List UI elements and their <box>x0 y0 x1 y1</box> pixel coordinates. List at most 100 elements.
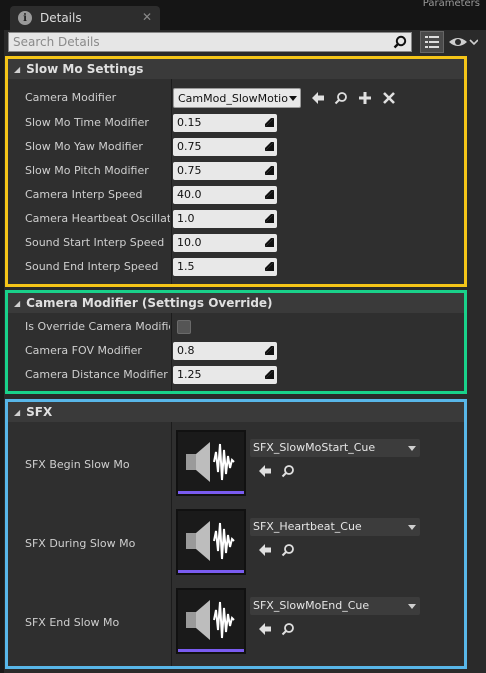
list-view-button[interactable] <box>420 31 444 53</box>
close-icon[interactable]: ✕ <box>142 10 152 24</box>
numeric-value: 1.5 <box>177 260 195 273</box>
chevron-down-icon <box>408 446 416 451</box>
property-row: Sound End Interp Speed 1.5 <box>8 255 464 279</box>
numeric-value: 0.15 <box>177 116 202 129</box>
property-row: Slow Mo Yaw Modifier 0.75 <box>8 135 464 159</box>
property-label: Slow Mo Pitch Modifier <box>25 164 149 177</box>
eye-icon <box>449 38 478 46</box>
asset-name: SFX_SlowMoEnd_Cue <box>253 599 370 612</box>
section-header[interactable]: ◢ SFX <box>8 402 464 422</box>
browse-icon[interactable] <box>281 622 295 636</box>
drag-handle-icon[interactable] <box>265 346 274 355</box>
property-label: Sound Start Interp Speed <box>25 236 165 249</box>
property-label: Slow Mo Yaw Modifier <box>25 140 143 153</box>
asset-type-bar <box>178 491 244 494</box>
use-selected-icon[interactable] <box>258 622 272 636</box>
sound-cue-icon <box>186 600 235 640</box>
collapse-arrow-icon[interactable]: ◢ <box>14 299 20 308</box>
sound-cue-thumbnail[interactable] <box>176 430 246 496</box>
section-title: Slow Mo Settings <box>26 62 144 76</box>
numeric-value: 10.0 <box>177 236 202 249</box>
numeric-value: 40.0 <box>177 188 202 201</box>
override-checkbox[interactable] <box>177 320 191 334</box>
add-icon[interactable] <box>358 91 372 105</box>
property-row: Slow Mo Pitch Modifier 0.75 <box>8 159 464 183</box>
asset-dropdown[interactable]: SFX_Heartbeat_Cue <box>250 518 420 536</box>
dropdown-value: CamMod_SlowMotion <box>178 92 288 105</box>
sound-cue-thumbnail[interactable] <box>176 588 246 654</box>
search-input[interactable] <box>13 34 383 50</box>
property-label: SFX During Slow Mo <box>25 537 136 550</box>
sound-cue-thumbnail[interactable] <box>176 509 246 575</box>
chevron-down-icon <box>408 525 416 530</box>
numeric-input[interactable]: 0.75 <box>173 138 277 156</box>
details-tab[interactable]: i Details ✕ <box>10 6 160 30</box>
section-title: SFX <box>26 405 53 419</box>
sound-cue-icon <box>186 442 235 482</box>
info-icon: i <box>18 11 32 25</box>
sfx-row: SFX During Slow Mo SFX_Heartbeat_Cue <box>8 505 464 584</box>
browse-icon[interactable] <box>281 464 295 478</box>
camera-modifier-dropdown[interactable]: CamMod_SlowMotion <box>173 88 301 108</box>
numeric-input[interactable]: 0.8 <box>173 342 277 360</box>
numeric-input[interactable]: 0.15 <box>173 114 277 132</box>
drag-handle-icon[interactable] <box>265 238 274 247</box>
view-options-button[interactable] <box>448 33 480 51</box>
numeric-input[interactable]: 1.0 <box>173 210 277 228</box>
asset-dropdown[interactable]: SFX_SlowMoStart_Cue <box>250 439 420 457</box>
browse-icon[interactable] <box>281 543 295 557</box>
numeric-input[interactable]: 1.25 <box>173 366 277 384</box>
search-box[interactable] <box>8 32 412 52</box>
drag-handle-icon[interactable] <box>265 142 274 151</box>
drag-handle-icon[interactable] <box>265 190 274 199</box>
property-row: Slow Mo Time Modifier 0.15 <box>8 111 464 135</box>
collapse-arrow-icon[interactable]: ◢ <box>14 408 20 417</box>
property-label: Slow Mo Time Modifier <box>25 116 149 129</box>
numeric-input[interactable]: 1.5 <box>173 258 277 276</box>
property-label: Camera Modifier <box>25 91 117 104</box>
section-header[interactable]: ◢ Camera Modifier (Settings Override) <box>8 293 464 313</box>
tab-strip: Parameters i Details ✕ <box>0 0 486 30</box>
sfx-row: SFX Begin Slow Mo SFX_SlowMoStart_Cue <box>8 426 464 505</box>
numeric-input[interactable]: 40.0 <box>173 186 277 204</box>
property-row: Is Override Camera Modifier <box>8 315 464 339</box>
property-label: Is Override Camera Modifier <box>25 320 170 333</box>
use-selected-icon[interactable] <box>258 543 272 557</box>
asset-name: SFX_SlowMoStart_Cue <box>253 441 376 454</box>
numeric-value: 1.25 <box>177 368 202 381</box>
property-label: Camera Heartbeat Oscillatio <box>25 212 170 225</box>
section-title: Camera Modifier (Settings Override) <box>26 296 273 310</box>
drag-handle-icon[interactable] <box>265 118 274 127</box>
asset-dropdown[interactable]: SFX_SlowMoEnd_Cue <box>250 597 420 615</box>
asset-type-bar <box>178 649 244 652</box>
sound-cue-icon <box>186 521 235 561</box>
use-selected-icon[interactable] <box>311 91 325 105</box>
sfx-row: SFX End Slow Mo SFX_SlowMoEnd_Cue <box>8 584 464 663</box>
top-right-fragment: Parameters <box>422 0 480 9</box>
asset-type-bar <box>178 570 244 573</box>
numeric-value: 0.75 <box>177 140 202 153</box>
use-selected-icon[interactable] <box>258 464 272 478</box>
property-row: Camera Interp Speed 40.0 <box>8 183 464 207</box>
tab-title: Details <box>40 11 82 25</box>
search-icon[interactable] <box>393 35 407 49</box>
numeric-input[interactable]: 0.75 <box>173 162 277 180</box>
sfx-section: ◢ SFX SFX Begin Slow Mo SFX_SlowMoStart_… <box>5 399 467 669</box>
clear-icon[interactable] <box>382 91 396 105</box>
property-row: Camera Heartbeat Oscillatio 1.0 <box>8 207 464 231</box>
chevron-down-icon <box>289 96 297 101</box>
drag-handle-icon[interactable] <box>265 370 274 379</box>
browse-icon[interactable] <box>334 91 348 105</box>
property-row: Camera FOV Modifier 0.8 <box>8 339 464 363</box>
drag-handle-icon[interactable] <box>265 166 274 175</box>
numeric-input[interactable]: 10.0 <box>173 234 277 252</box>
asset-name: SFX_Heartbeat_Cue <box>253 520 362 533</box>
slow-mo-settings-section: ◢ Slow Mo Settings Camera Modifier CamMo… <box>5 56 467 287</box>
property-label: Camera Distance Modifier <box>25 368 168 381</box>
collapse-arrow-icon[interactable]: ◢ <box>14 65 20 74</box>
property-row: Camera Modifier CamMod_SlowMotion <box>8 86 464 110</box>
property-label: Sound End Interp Speed <box>25 260 159 273</box>
section-header[interactable]: ◢ Slow Mo Settings <box>8 59 464 79</box>
drag-handle-icon[interactable] <box>265 214 274 223</box>
drag-handle-icon[interactable] <box>265 262 274 271</box>
